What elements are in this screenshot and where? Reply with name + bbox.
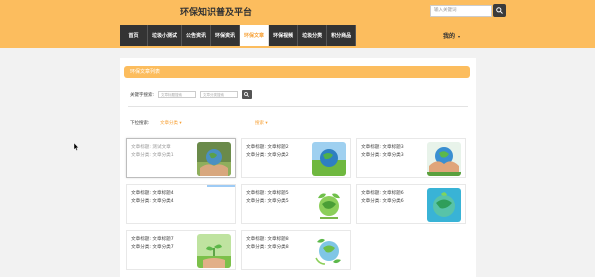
card-title: 文章标题: 文章标题4 bbox=[131, 191, 174, 196]
divider bbox=[128, 106, 468, 107]
card-text: 文章标题: 文章标题3 文章分类: 文章分类3 bbox=[361, 144, 404, 160]
article-card[interactable]: 文章标题: 文章标题3 文章分类: 文章分类3 bbox=[356, 138, 466, 178]
card-title: 文章标题: 测试文章 bbox=[131, 145, 171, 150]
hands-world-icon bbox=[197, 142, 231, 176]
card-text: 文章标题: 文章标题6 文章分类: 文章分类6 bbox=[361, 190, 404, 206]
globe-grass-icon bbox=[312, 142, 346, 176]
nav-item-quiz[interactable]: 垃圾小测试 bbox=[148, 25, 183, 46]
article-panel: 环保文章列表 关键字搜索: 文章标题搜索 文章分类搜索 下拉搜索: 文章分类 ▾… bbox=[120, 58, 476, 277]
card-text: 文章标题: 文章标题2 文章分类: 文章分类2 bbox=[246, 144, 289, 160]
hands-globe-icon bbox=[427, 142, 461, 176]
user-menu[interactable]: 我的 ▾ bbox=[443, 31, 460, 40]
leaf-globe-icon bbox=[312, 234, 346, 268]
article-card[interactable]: 文章标题: 测试文章 文章分类: 文章分类1 bbox=[126, 138, 236, 178]
article-card[interactable]: 文章标题: 文章标题2 文章分类: 文章分类2 bbox=[241, 138, 351, 178]
card-category: 文章分类: 文章分类4 bbox=[131, 199, 174, 204]
filter-search-button[interactable] bbox=[242, 90, 253, 99]
site-title: 环保知识普及平台 bbox=[180, 8, 253, 18]
search-icon bbox=[496, 7, 503, 14]
nav-item-eco-news[interactable]: 环保资讯 bbox=[211, 25, 241, 46]
card-title: 文章标题: 文章标题7 bbox=[131, 237, 174, 242]
card-text: 文章标题: 文章标题4 文章分类: 文章分类4 bbox=[131, 190, 174, 206]
card-category: 文章分类: 文章分类8 bbox=[246, 245, 289, 250]
title-search-input[interactable]: 文章标题搜索 bbox=[158, 91, 197, 98]
chevron-down-icon: ▾ bbox=[458, 34, 461, 39]
card-category: 文章分类: 文章分类2 bbox=[246, 153, 289, 158]
search-dropdown[interactable]: 搜索 ▾ bbox=[255, 120, 268, 126]
search-input[interactable]: 输入关键词 bbox=[430, 5, 492, 17]
eco-globe-icon bbox=[312, 188, 346, 222]
site-header: 环保知识普及平台 输入关键词 首页 垃圾小测试 公告资讯 环保资讯 环保文章 环… bbox=[0, 0, 595, 48]
dropdown-search-row: 下拉搜索: 文章分类 ▾ bbox=[130, 120, 182, 126]
nav-item-eco-videos[interactable]: 环保视频 bbox=[269, 25, 299, 46]
card-category: 文章分类: 文章分类3 bbox=[361, 153, 404, 158]
category-search-input[interactable]: 文章分类搜索 bbox=[200, 91, 239, 98]
card-text: 文章标题: 文章标题8 文章分类: 文章分类8 bbox=[246, 236, 289, 252]
user-menu-label: 我的 bbox=[443, 33, 456, 40]
card-category: 文章分类: 文章分类7 bbox=[131, 245, 174, 250]
nav-item-eco-articles[interactable]: 环保文章 bbox=[240, 25, 270, 46]
nav-item-points-shop[interactable]: 积分商品 bbox=[327, 25, 357, 46]
loading-image bbox=[207, 185, 235, 187]
card-category: 文章分类: 文章分类5 bbox=[246, 199, 289, 204]
card-text: 文章标题: 文章标题7 文章分类: 文章分类7 bbox=[131, 236, 174, 252]
keyword-search-row: 关键字搜索: 文章标题搜索 文章分类搜索 bbox=[130, 90, 253, 99]
article-card[interactable]: 文章标题: 文章标题6 文章分类: 文章分类6 bbox=[356, 184, 466, 224]
category-dropdown[interactable]: 文章分类 ▾ bbox=[160, 120, 182, 126]
main-nav: 首页 垃圾小测试 公告资讯 环保资讯 环保文章 环保视频 垃圾分类 积分商品 bbox=[120, 25, 357, 46]
card-category: 文章分类: 文章分类1 bbox=[131, 153, 174, 158]
card-title: 文章标题: 文章标题3 bbox=[361, 145, 404, 150]
keyword-search-label: 关键字搜索: bbox=[130, 92, 155, 98]
green-earth-icon bbox=[427, 188, 461, 222]
card-title: 文章标题: 文章标题5 bbox=[246, 191, 289, 196]
mouse-pointer-icon bbox=[73, 143, 79, 151]
card-title: 文章标题: 文章标题6 bbox=[361, 191, 404, 196]
search-button[interactable] bbox=[493, 4, 506, 17]
card-text: 文章标题: 测试文章 文章分类: 文章分类1 bbox=[131, 144, 174, 160]
dropdown-search-label: 下拉搜索: bbox=[130, 121, 150, 126]
card-text: 文章标题: 文章标题5 文章分类: 文章分类5 bbox=[246, 190, 289, 206]
article-card[interactable]: 文章标题: 文章标题4 文章分类: 文章分类4 bbox=[126, 184, 236, 224]
nav-item-home[interactable]: 首页 bbox=[120, 25, 148, 46]
card-title: 文章标题: 文章标题2 bbox=[246, 145, 289, 150]
panel-title: 环保文章列表 bbox=[124, 66, 470, 78]
nav-item-waste-sorting[interactable]: 垃圾分类 bbox=[298, 25, 328, 46]
card-title: 文章标题: 文章标题8 bbox=[246, 237, 289, 242]
article-card[interactable]: 文章标题: 文章标题8 文章分类: 文章分类8 bbox=[241, 230, 351, 270]
article-card[interactable]: 文章标题: 文章标题7 文章分类: 文章分类7 bbox=[126, 230, 236, 270]
article-card[interactable]: 文章标题: 文章标题5 文章分类: 文章分类5 bbox=[241, 184, 351, 224]
seedling-hand-icon bbox=[197, 234, 231, 268]
nav-item-announcements[interactable]: 公告资讯 bbox=[182, 25, 212, 46]
search-icon bbox=[244, 92, 249, 97]
card-category: 文章分类: 文章分类6 bbox=[361, 199, 404, 204]
